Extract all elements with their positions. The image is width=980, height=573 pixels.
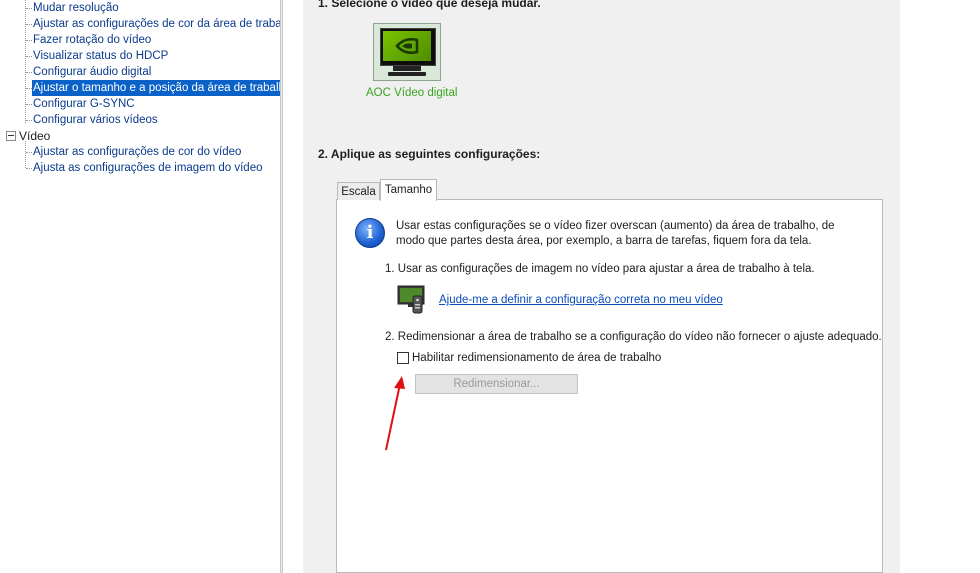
annotation-arrow-icon [385,376,405,451]
option1-text: 1. Usar as configurações de imagem no ví… [385,263,815,275]
monitor-stand [393,66,421,71]
tree-connector [26,56,32,57]
option2-text: 2. Redimensionar a área de trabalho se a… [385,331,882,343]
nvidia-eye-icon [395,38,419,54]
tree-connector [26,120,32,121]
tree-connector [26,152,32,153]
tab-escala[interactable]: Escala [337,182,380,200]
nvidia-logo-icon [383,31,431,61]
tree-connector [26,72,32,73]
tree-item-imagem-video[interactable]: Ajusta as configurações de imagem do víd… [33,160,263,176]
enable-resize-checkbox[interactable] [397,352,409,364]
tree-item-varios-videos[interactable]: Configurar vários vídeos [33,112,158,128]
info-text: Usar estas configurações se o vídeo fize… [396,220,835,247]
tree-item-mudar-resolucao[interactable]: Mudar resolução [33,0,119,16]
tree-connector [26,168,32,169]
monitor-remote-icon [397,285,425,314]
display-label[interactable]: AOC Vídeo digital [366,87,457,99]
tree-item-status-hdcp[interactable]: Visualizar status do HDCP [33,48,168,64]
tree-item-rotacao-video[interactable]: Fazer rotação do vídeo [33,32,151,48]
enable-resize-label[interactable]: Habilitar redimensionamento de área de t… [412,352,661,364]
tree-item-g-sync[interactable]: Configurar G-SYNC [33,96,135,112]
tab-tamanho[interactable]: Tamanho [380,179,437,201]
tree-connector [26,40,32,41]
tree-item-cor-area-trabalho[interactable]: Ajustar as configurações de cor da área … [33,16,280,32]
navigation-tree: Mudar resolução Ajustar as configurações… [0,0,280,573]
tree-group-video[interactable]: Vídeo [19,128,50,144]
right-margin [900,0,980,573]
panel-splitter[interactable] [280,0,283,573]
tree-item-cor-video[interactable]: Ajustar as configurações de cor do vídeo [33,144,241,160]
step1-title: 1. Selecione o vídeo que deseja mudar. [318,0,541,10]
tree-item-tamanho-posicao[interactable]: Ajustar o tamanho e a posição da área de… [32,80,280,96]
collapse-toggle-icon[interactable] [6,131,16,141]
tree-connector [26,8,32,9]
tree-connector [25,141,26,168]
tree-item-audio-digital[interactable]: Configurar áudio digital [33,64,151,80]
monitor-base [388,72,426,76]
step2-title: 2. Aplique as seguintes configurações: [318,147,541,161]
resize-button[interactable]: Redimensionar... [415,374,578,394]
info-icon: i [355,218,385,248]
help-link[interactable]: Ajude-me a definir a configuração corret… [439,294,723,306]
tree-connector [26,104,32,105]
tree-connector [26,24,32,25]
